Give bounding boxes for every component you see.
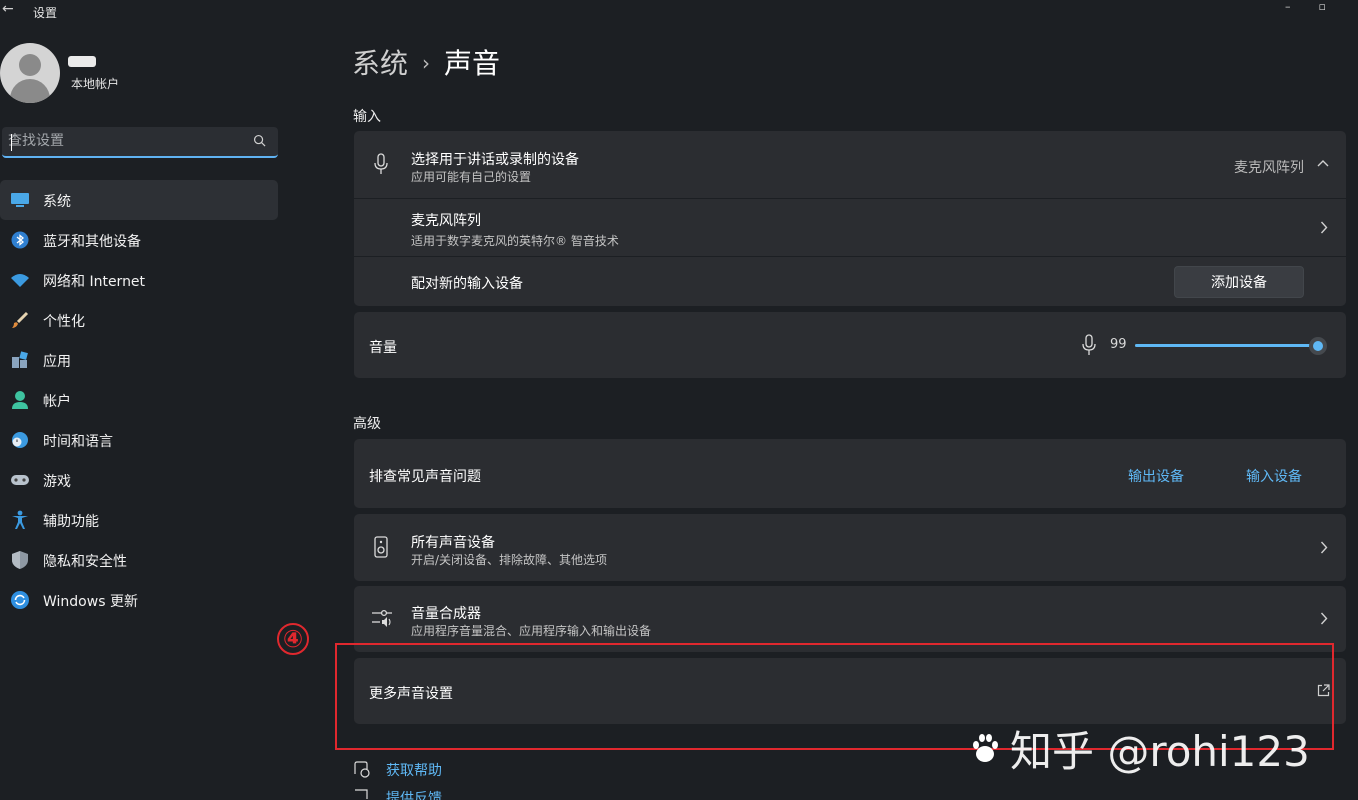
chevron-right-icon [1320, 221, 1328, 234]
sidebar-item-bluetooth[interactable]: 蓝牙和其他设备 [0, 220, 278, 260]
speaker-icon [374, 536, 388, 558]
sidebar-nav: 系统 蓝牙和其他设备 网络和 Internet 个性化 应用 帐户 时间和语言 … [0, 180, 280, 620]
sidebar-item-label: 帐户 [43, 394, 71, 410]
troubleshoot-input-link[interactable]: 输入设备 [1246, 466, 1302, 486]
wifi-icon [10, 270, 30, 290]
microphone-icon[interactable] [1082, 334, 1096, 356]
troubleshoot-title: 排查常见声音问题 [369, 469, 481, 485]
chevron-right-icon [1320, 612, 1328, 625]
volume-value: 99 [1110, 337, 1127, 352]
breadcrumb-separator: › [422, 51, 431, 75]
volume-slider[interactable] [1135, 337, 1328, 355]
sidebar-item-label: 蓝牙和其他设备 [43, 234, 141, 250]
input-device-select-row[interactable]: 选择用于讲话或录制的设备 应用可能有自己的设置 麦克风阵列 [354, 131, 1346, 198]
back-arrow-icon[interactable]: ← [2, 1, 14, 17]
account-type-label: 本地帐户 [71, 77, 120, 91]
sidebar-item-label: 隐私和安全性 [43, 554, 127, 570]
title-bar: ← 设置 –▫ [0, 0, 1358, 24]
sidebar-item-privacy[interactable]: 隐私和安全性 [0, 540, 278, 580]
sidebar-item-label: 辅助功能 [43, 514, 99, 530]
add-device-button[interactable]: 添加设备 [1174, 266, 1304, 298]
apps-icon [10, 350, 30, 370]
input-device-select-title: 选择用于讲话或录制的设备 [411, 152, 579, 168]
person-icon [10, 390, 30, 410]
sidebar-item-time-language[interactable]: 时间和语言 [0, 420, 278, 460]
watermark-text: 知乎 @rohi123 [1010, 726, 1310, 776]
update-icon [10, 590, 30, 610]
input-volume-card: 音量 99 [354, 312, 1346, 378]
shield-icon [10, 550, 30, 570]
input-device-select-subtitle: 应用可能有自己的设置 [411, 170, 532, 184]
advanced-section-label: 高级 [353, 416, 381, 432]
troubleshoot-output-link[interactable]: 输出设备 [1128, 466, 1184, 486]
monitor-icon [10, 190, 30, 210]
text-cursor [11, 134, 12, 151]
search-icon[interactable] [253, 134, 266, 147]
sidebar-item-accounts[interactable]: 帐户 [0, 380, 278, 420]
input-device-select-value: 麦克风阵列 [1234, 160, 1304, 176]
brush-icon [10, 310, 30, 330]
all-sound-devices-row[interactable]: 所有声音设备 开启/关闭设备、排除故障、其他选项 [354, 514, 1346, 581]
avatar[interactable] [0, 43, 60, 103]
paw-logo-icon [973, 734, 998, 762]
feedback-link[interactable]: 提供反馈 [386, 788, 442, 800]
input-device-row[interactable]: 麦克风阵列 适用于数字麦克风的英特尔® 智音技术 [354, 199, 1346, 256]
step-number-badge: ④ [277, 623, 309, 655]
sidebar-item-label: Windows 更新 [43, 594, 138, 610]
input-device-subtitle: 适用于数字麦克风的英特尔® 智音技术 [411, 234, 619, 248]
sidebar-item-accessibility[interactable]: 辅助功能 [0, 500, 278, 540]
sidebar-item-label: 应用 [43, 354, 71, 370]
sidebar-item-label: 时间和语言 [43, 434, 113, 450]
troubleshoot-card: 排查常见声音问题 输出设备 输入设备 [354, 439, 1346, 508]
volume-mixer-title: 音量合成器 [411, 606, 481, 622]
watermark: 知乎 @rohi123 [968, 718, 1310, 778]
all-sound-devices-subtitle: 开启/关闭设备、排除故障、其他选项 [411, 553, 608, 567]
gamepad-icon [10, 470, 30, 490]
sidebar-item-label: 游戏 [43, 474, 71, 490]
breadcrumb-parent[interactable]: 系统 [352, 47, 408, 80]
sidebar-item-label: 个性化 [43, 314, 85, 330]
get-help-link[interactable]: 获取帮助 [386, 760, 442, 780]
chevron-right-icon [1320, 541, 1328, 554]
page-title: 声音 [444, 47, 501, 80]
minimize-icon[interactable]: – [1285, 0, 1319, 13]
accessibility-icon [10, 510, 30, 530]
volume-slider-thumb[interactable] [1309, 337, 1328, 355]
search-box[interactable] [2, 127, 278, 158]
window-controls: –▫ [1285, 0, 1354, 13]
microphone-icon [374, 153, 388, 174]
input-device-title: 麦克风阵列 [411, 213, 481, 229]
search-input[interactable] [8, 133, 238, 149]
bluetooth-icon [10, 230, 30, 250]
user-name-redacted [68, 56, 96, 67]
input-section-label: 输入 [353, 109, 381, 125]
maximize-icon[interactable]: ▫ [1319, 0, 1354, 13]
chevron-up-icon[interactable] [1317, 159, 1329, 167]
volume-title: 音量 [369, 340, 397, 356]
sidebar-item-label: 网络和 Internet [43, 274, 146, 290]
mixer-icon [372, 609, 392, 627]
globe-clock-icon [10, 430, 30, 450]
sidebar-item-system[interactable]: 系统 [0, 180, 278, 220]
feedback-icon [355, 789, 368, 799]
sidebar-item-windows-update[interactable]: Windows 更新 [0, 580, 278, 620]
app-title: 设置 [33, 6, 58, 20]
volume-slider-fill [1135, 344, 1319, 347]
sidebar-item-label: 系统 [43, 194, 71, 210]
breadcrumb: 系统 › 声音 [352, 42, 500, 82]
pair-input-device-row: 配对新的输入设备 添加设备 [354, 257, 1346, 306]
pair-input-device-title: 配对新的输入设备 [411, 276, 523, 292]
sidebar-item-gaming[interactable]: 游戏 [0, 460, 278, 500]
help-icon [354, 761, 370, 778]
input-devices-card: 选择用于讲话或录制的设备 应用可能有自己的设置 麦克风阵列 麦克风阵列 适用于数… [354, 131, 1346, 306]
volume-mixer-subtitle: 应用程序音量混合、应用程序输入和输出设备 [411, 624, 652, 638]
sidebar-item-network[interactable]: 网络和 Internet [0, 260, 278, 300]
sidebar-item-personalization[interactable]: 个性化 [0, 300, 278, 340]
all-sound-devices-title: 所有声音设备 [411, 535, 495, 551]
sidebar-item-apps[interactable]: 应用 [0, 340, 278, 380]
